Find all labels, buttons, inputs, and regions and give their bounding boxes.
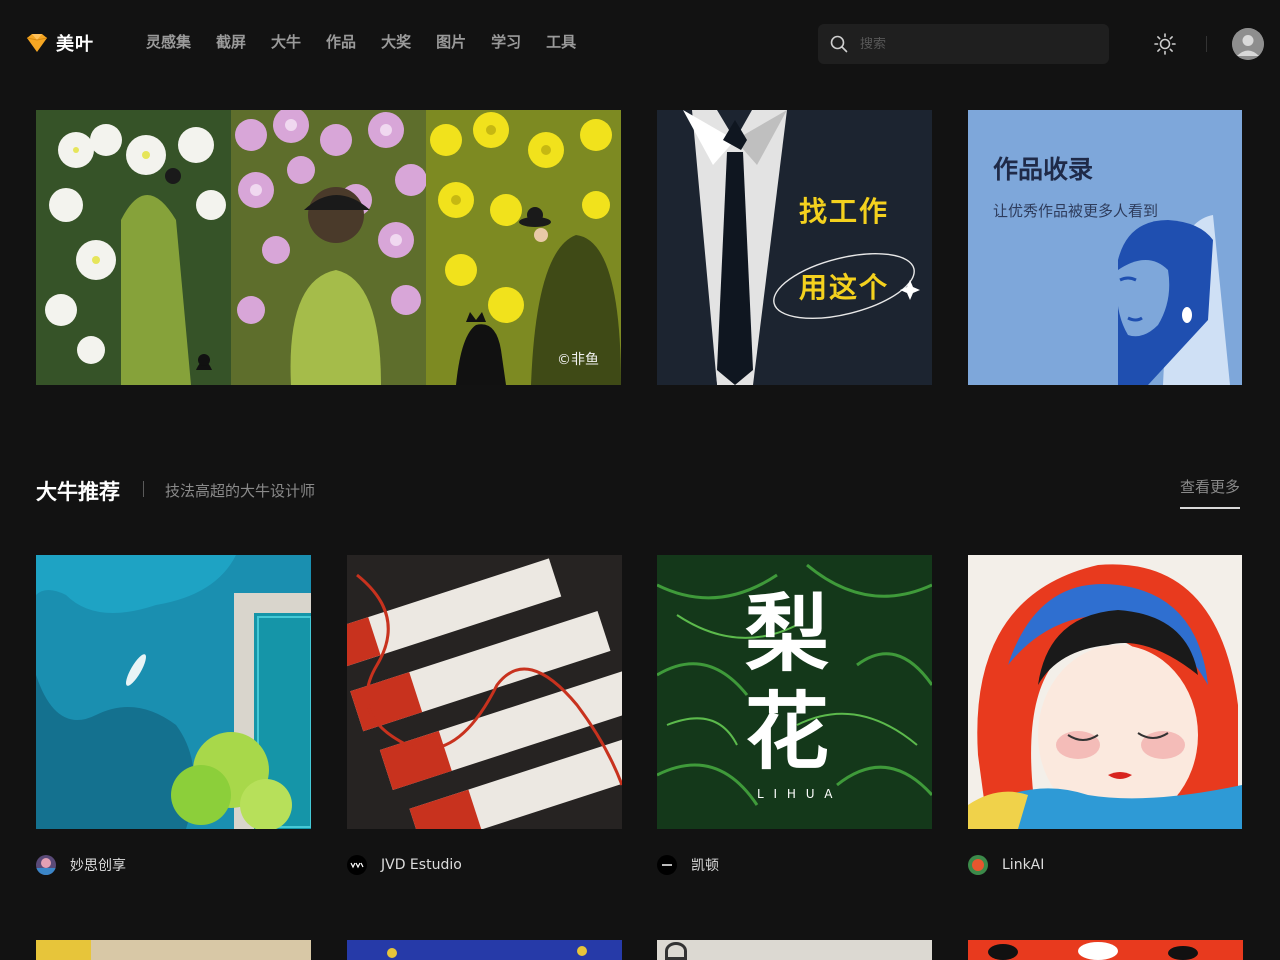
main-nav: 灵感集 截屏 大牛 作品 大奖 图片 学习 工具	[146, 31, 576, 52]
logo-icon	[26, 34, 48, 52]
section-title: 大牛推荐	[36, 480, 120, 504]
sun-icon	[1154, 33, 1176, 55]
card-cover-image-partial[interactable]	[36, 940, 311, 960]
card-meta: JVD Estudio	[347, 855, 462, 875]
top-header: 美叶 灵感集 截屏 大牛 作品 大奖 图片 学习 工具	[0, 0, 1280, 88]
card-cover-image[interactable]: 梨花 L I H U A	[657, 555, 932, 829]
nav-item-works[interactable]: 作品	[326, 31, 356, 52]
designer-name[interactable]: 凯顿	[691, 855, 719, 875]
designer-name[interactable]: JVD Estudio	[381, 857, 462, 873]
card-cover-image[interactable]	[36, 555, 311, 829]
view-more-link[interactable]: 查看更多	[1180, 476, 1241, 509]
nav-item-learn[interactable]: 学习	[491, 31, 521, 52]
card-cover-image-partial[interactable]	[657, 940, 932, 960]
suit-tie-illustration	[657, 110, 932, 385]
section-divider	[143, 481, 144, 497]
nav-item-screenshots[interactable]: 截屏	[216, 31, 246, 52]
aerial-lake-illustration	[36, 555, 311, 829]
designer-avatar[interactable]	[657, 855, 677, 875]
nav-item-awards[interactable]: 大奖	[381, 31, 411, 52]
banner-credit: ©非鱼	[557, 352, 599, 368]
avatar-image-icon	[36, 855, 56, 875]
nav-item-inspiration[interactable]: 灵感集	[146, 31, 191, 52]
search-icon	[830, 35, 848, 53]
card-cover-image-partial[interactable]	[968, 940, 1243, 960]
designer-name[interactable]: 妙思创享	[70, 855, 126, 875]
nav-item-tools[interactable]: 工具	[546, 31, 576, 52]
site-logo[interactable]: 美叶	[26, 30, 94, 56]
user-icon	[1232, 28, 1264, 60]
designer-card[interactable]: 梨花 L I H U A 凯顿	[657, 555, 932, 875]
theme-toggle-button[interactable]	[1153, 32, 1177, 56]
collect-banner-title: 作品收录	[993, 155, 1094, 184]
banner-featured-illustration[interactable]: ©非鱼	[36, 110, 621, 385]
designer-avatar[interactable]	[36, 855, 56, 875]
banner-job-ad[interactable]: 找工作 用这个	[657, 110, 932, 385]
lihua-overlay-title: 梨花	[745, 585, 830, 781]
card-meta: 妙思创享	[36, 855, 126, 875]
designer-card[interactable]: LinkAI	[968, 555, 1243, 875]
job-banner-line1: 找工作	[799, 195, 890, 228]
collect-banner-subtitle: 让优秀作品被更多人看到	[993, 202, 1159, 220]
designer-avatar[interactable]	[347, 855, 367, 875]
section-subtitle: 技法高超的大牛设计师	[165, 482, 316, 500]
nav-item-images[interactable]: 图片	[436, 31, 466, 52]
search-input[interactable]	[860, 36, 1090, 52]
logo-text: 美叶	[56, 34, 94, 55]
card-meta: 凯顿	[657, 855, 719, 875]
card-cover-image[interactable]	[968, 555, 1243, 829]
packaging-photo	[347, 555, 622, 829]
designer-card[interactable]: 妙思创享	[36, 555, 311, 875]
card-meta: LinkAI	[968, 855, 1044, 875]
flower-illustration	[36, 110, 621, 385]
avatar-logo-icon	[657, 855, 677, 875]
designer-card[interactable]: JVD Estudio	[347, 555, 622, 875]
designer-avatar[interactable]	[968, 855, 988, 875]
card-cover-image-partial[interactable]	[347, 940, 622, 960]
avatar-logo-icon	[347, 855, 367, 875]
avatar-image-icon	[968, 855, 988, 875]
card-cover-image[interactable]	[347, 555, 622, 829]
header-divider	[1206, 36, 1207, 52]
lihua-overlay-subtitle: L I H U A	[757, 787, 836, 801]
job-banner-line2: 用这个	[799, 271, 890, 304]
face-illustration	[968, 555, 1242, 829]
designer-name[interactable]: LinkAI	[1002, 857, 1044, 873]
banner-work-submission[interactable]: 作品收录 让优秀作品被更多人看到	[968, 110, 1242, 385]
search-box[interactable]	[818, 24, 1109, 64]
nav-item-designers[interactable]: 大牛	[271, 31, 301, 52]
user-avatar[interactable]	[1232, 28, 1264, 60]
